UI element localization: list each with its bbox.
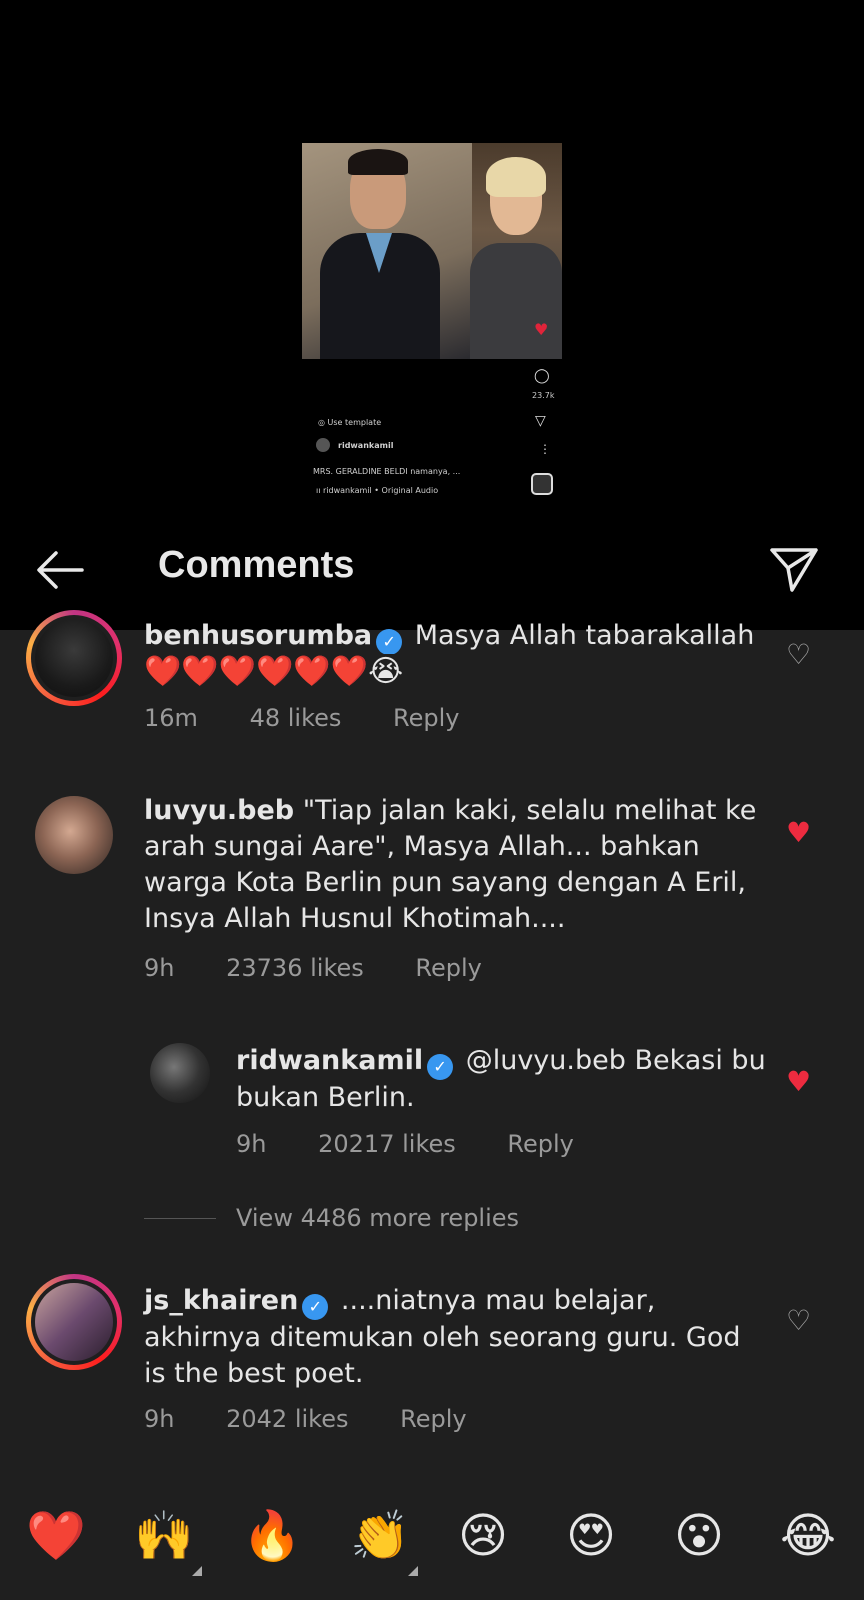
- view-more-replies-button[interactable]: View 4486 more replies: [236, 1204, 519, 1232]
- preview-audio-text: ridwankamil • Original Audio: [323, 486, 439, 495]
- emoji-variant-indicator: [408, 1566, 418, 1576]
- emoji-fire-button[interactable]: 🔥: [242, 1508, 302, 1564]
- comment-time: 9h: [236, 1130, 267, 1158]
- preview-more-icon[interactable]: ⋮: [539, 442, 551, 456]
- emoji-clap-button[interactable]: 👏: [350, 1508, 410, 1564]
- use-template-text: Use template: [327, 418, 382, 427]
- comment-time: 9h: [144, 1405, 175, 1433]
- avatar[interactable]: [35, 619, 113, 697]
- comment-meta: 9h 2042 likes Reply: [144, 1405, 511, 1433]
- comment-likes[interactable]: 48 likes: [250, 704, 342, 732]
- preview-caption: MRS. GERALDINE BELDI namanya, ...: [313, 467, 461, 476]
- emoji-heart-eyes-button[interactable]: 😍: [566, 1508, 616, 1564]
- liked-heart-icon[interactable]: ♥: [786, 816, 811, 849]
- verified-badge-icon: ✓: [302, 1294, 329, 1320]
- post-thumbnail[interactable]: [302, 143, 562, 359]
- comment-likes[interactable]: 2042 likes: [226, 1405, 348, 1433]
- preview-share-icon[interactable]: ▽: [535, 414, 546, 428]
- reply-button[interactable]: Reply: [400, 1405, 466, 1433]
- view-more-divider: [144, 1218, 216, 1219]
- preview-audio-thumbnail[interactable]: [531, 473, 553, 495]
- use-template-label[interactable]: ◎ Use template: [318, 418, 381, 427]
- verified-badge-icon: ✓: [376, 629, 403, 654]
- man-hair: [348, 149, 408, 175]
- emoji-sad-button[interactable]: 😢: [458, 1508, 508, 1564]
- avatar[interactable]: [35, 796, 113, 874]
- reply-button[interactable]: Reply: [393, 704, 459, 732]
- comment-text-block: ridwankamil ✓ @luvyu.beb Bekasi bu bukan …: [236, 1043, 766, 1116]
- avatar[interactable]: [35, 1283, 113, 1361]
- like-heart-icon[interactable]: ♡: [786, 638, 811, 671]
- comment-username[interactable]: ridwankamil: [236, 1045, 423, 1076]
- preview-heart-icon[interactable]: ♥: [534, 322, 548, 338]
- comment-text-block: luvyu.beb "Tiap jalan kaki, selalu melih…: [144, 793, 764, 937]
- emoji-heart-button[interactable]: ❤️: [26, 1508, 86, 1564]
- reply-button[interactable]: Reply: [415, 954, 481, 982]
- comment-likes[interactable]: 23736 likes: [226, 954, 364, 982]
- comment-emojis: ❤️❤️❤️❤️❤️❤️😭: [144, 654, 404, 689]
- emoji-laughing-button[interactable]: 😂: [780, 1508, 836, 1564]
- avatar[interactable]: [150, 1043, 210, 1103]
- preview-audio[interactable]: ıı ridwankamil • Original Audio: [316, 486, 438, 495]
- liked-heart-icon[interactable]: ♥: [786, 1065, 811, 1098]
- emoji-variant-indicator: [192, 1566, 202, 1576]
- woman-figure: [470, 243, 562, 359]
- comment-meta: 16m 48 likes Reply: [144, 704, 504, 732]
- comment-time: 16m: [144, 704, 198, 732]
- reply-button[interactable]: Reply: [507, 1130, 573, 1158]
- preview-username[interactable]: ridwankamil: [338, 441, 393, 450]
- comment-text-block: js_khairen ✓ ....niatnya mau belajar, akh…: [144, 1283, 764, 1392]
- preview-comment-count: 23.7k: [532, 391, 555, 400]
- comment-username[interactable]: luvyu.beb: [144, 795, 294, 826]
- woman-hair: [486, 157, 546, 197]
- quick-emoji-bar: [0, 1500, 864, 1600]
- comment-username[interactable]: js_khairen: [144, 1285, 298, 1316]
- verified-badge-icon: ✓: [427, 1054, 454, 1080]
- comment-time: 9h: [144, 954, 175, 982]
- comment-meta: 9h 20217 likes Reply: [236, 1130, 618, 1158]
- preview-avatar: [316, 438, 330, 452]
- header-overlay: [0, 560, 864, 630]
- emoji-raised-hands-button[interactable]: 🙌: [134, 1508, 194, 1564]
- like-heart-icon[interactable]: ♡: [786, 1304, 811, 1337]
- preview-comment-icon[interactable]: ◯: [534, 369, 550, 383]
- emoji-surprised-button[interactable]: 😮: [674, 1508, 724, 1564]
- comment-likes[interactable]: 20217 likes: [318, 1130, 456, 1158]
- comment-meta: 9h 23736 likes Reply: [144, 954, 526, 982]
